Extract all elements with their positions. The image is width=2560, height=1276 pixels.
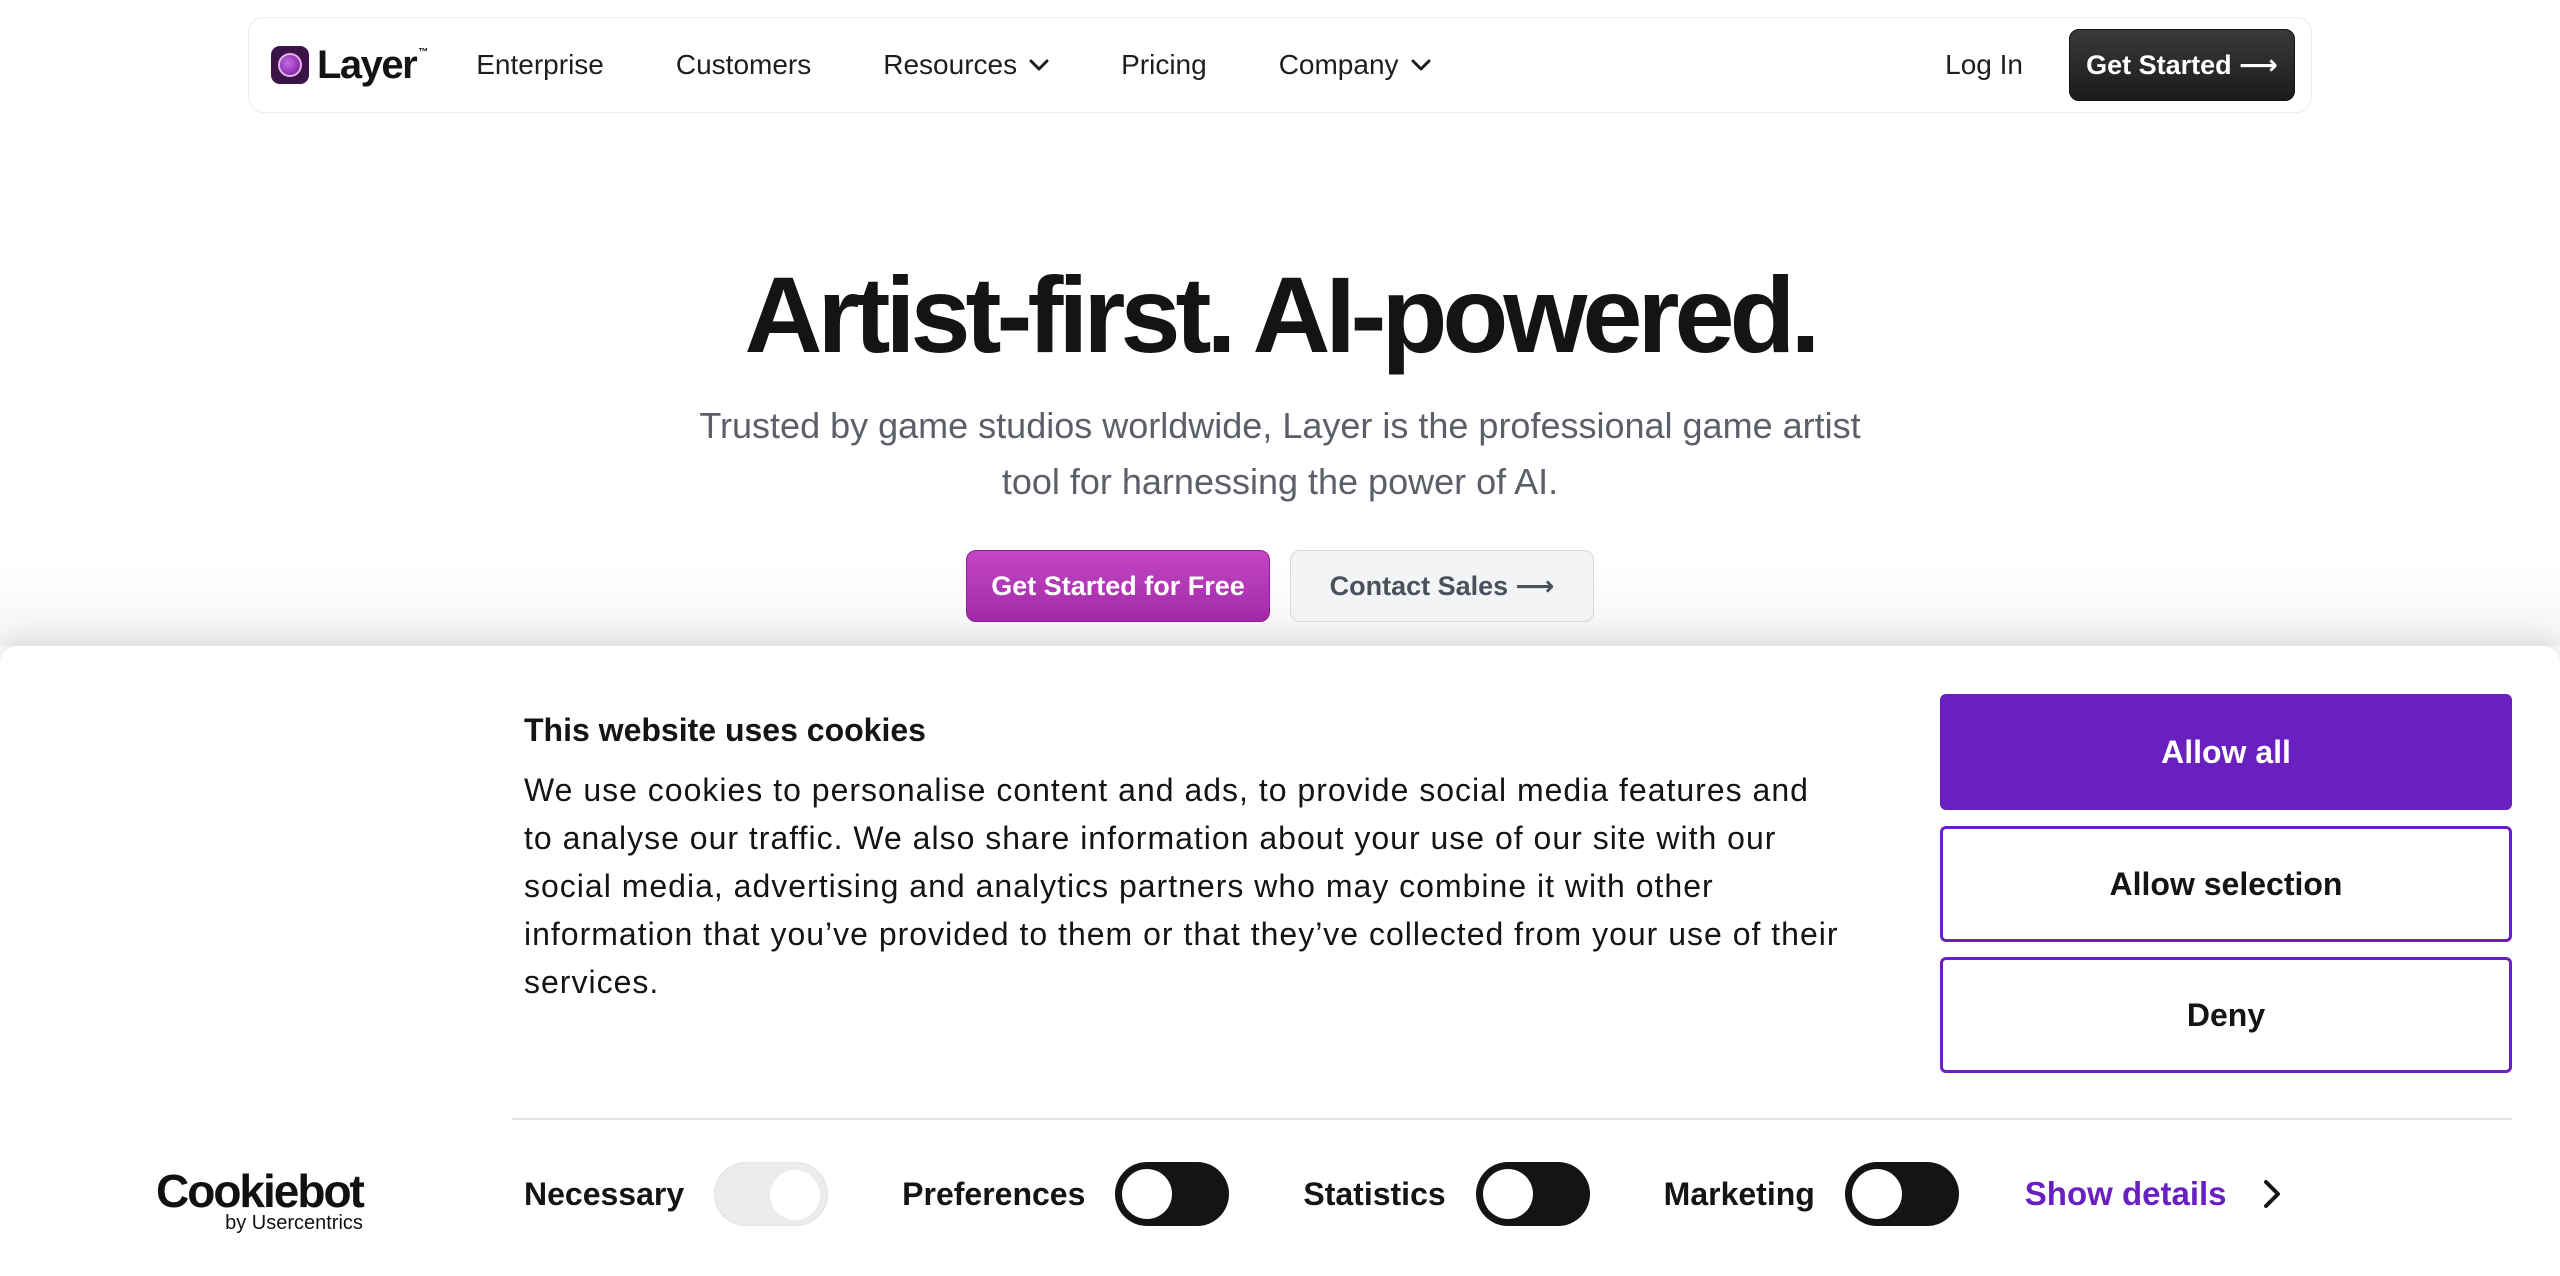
nav-item-pricing[interactable]: Pricing xyxy=(1121,49,1207,81)
consent-toggles: Necessary Preferences Statistics Marketi… xyxy=(524,1162,2281,1226)
nav-item-company[interactable]: Company xyxy=(1279,49,1431,81)
logo-trademark: ™ xyxy=(418,46,429,58)
necessary-toggle xyxy=(714,1162,829,1226)
nav-item-resources[interactable]: Resources xyxy=(883,49,1049,81)
show-details-label: Show details xyxy=(2024,1175,2227,1212)
nav-item-label: Resources xyxy=(883,49,1018,80)
show-details-link[interactable]: Show details xyxy=(2025,1175,2281,1213)
nav-item-label: Enterprise xyxy=(476,49,604,80)
nav-item-label: Company xyxy=(1278,49,1399,80)
contact-sales-button[interactable]: Contact Sales ⟶ xyxy=(1290,550,1594,622)
divider xyxy=(512,1118,2512,1120)
nav-item-label: Pricing xyxy=(1121,49,1207,80)
cookiebot-logo[interactable]: Cookiebot by Usercentrics xyxy=(156,1165,365,1235)
hero-subtitle: Trusted by game studios worldwide, Layer… xyxy=(699,405,1861,502)
cookiebot-brand: Cookiebot xyxy=(156,1165,365,1217)
nav-actions: Log In Get Started ⟶ xyxy=(1945,29,2295,101)
chevron-right-icon xyxy=(2263,1179,2281,1209)
logo-text: Layer xyxy=(317,42,418,87)
cookie-title: This website uses cookies xyxy=(524,712,926,748)
marketing-label: Marketing xyxy=(1663,1175,1815,1212)
cookie-consent-banner: This website uses cookies We use cookies… xyxy=(0,646,2560,1276)
nav-item-label: Customers xyxy=(675,49,812,80)
login-link[interactable]: Log In xyxy=(1945,49,2023,81)
nav-item-enterprise[interactable]: Enterprise xyxy=(476,49,604,81)
top-navbar: Layer ™ Enterprise Customers Resources P… xyxy=(248,17,2312,113)
preferences-toggle[interactable] xyxy=(1115,1162,1230,1226)
preferences-label: Preferences xyxy=(902,1175,1086,1212)
statistics-label: Statistics xyxy=(1303,1175,1446,1212)
allow-selection-button[interactable]: Allow selection xyxy=(1940,826,2512,942)
chevron-down-icon xyxy=(1029,58,1049,72)
cookie-description: We use cookies to personalise content an… xyxy=(524,772,1839,1000)
hero-title: Artist-first. AI-powered. xyxy=(744,254,1820,375)
get-started-button[interactable]: Get Started ⟶ xyxy=(2069,29,2295,101)
layer-logo-icon xyxy=(271,46,309,84)
nav-item-customers[interactable]: Customers xyxy=(676,49,811,81)
necessary-label: Necessary xyxy=(524,1175,685,1212)
marketing-toggle[interactable] xyxy=(1844,1162,1959,1226)
deny-button[interactable]: Deny xyxy=(1940,957,2512,1073)
get-started-free-button[interactable]: Get Started for Free xyxy=(966,550,1270,622)
allow-all-button[interactable]: Allow all xyxy=(1940,694,2512,810)
chevron-down-icon xyxy=(1411,58,1431,72)
hero-actions: Get Started for Free Contact Sales ⟶ xyxy=(966,550,1594,622)
nav-menu: Enterprise Customers Resources Pricing C… xyxy=(476,49,1502,81)
layer-logo[interactable]: Layer ™ xyxy=(271,43,428,88)
statistics-toggle[interactable] xyxy=(1475,1162,1590,1226)
